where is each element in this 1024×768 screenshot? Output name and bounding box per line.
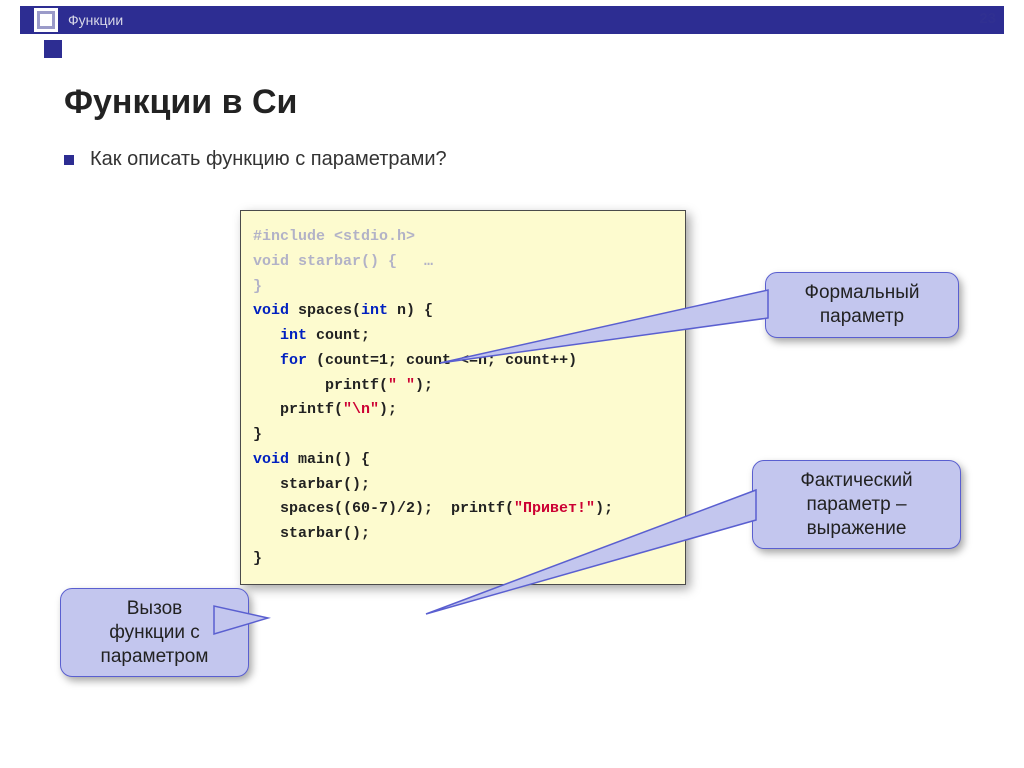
callout-formal-parameter: Формальныйпараметр [765, 272, 959, 338]
code-line: int count; [253, 324, 673, 349]
page-number: 23 [979, 10, 996, 27]
code-line: } [253, 423, 673, 448]
code-line: } [253, 275, 673, 300]
subtitle-text: Как описать функцию с параметрами? [90, 148, 447, 171]
slide-title: Функции в Си [64, 83, 297, 122]
code-line: spaces((60-7)/2); printf("Привет!"); [253, 497, 673, 522]
code-line: starbar(); [253, 473, 673, 498]
code-line: } [253, 547, 673, 572]
header-notch-icon [40, 36, 66, 62]
slide-header: Функции [20, 6, 1004, 34]
code-line: for (count=1; count <=n; count++) [253, 349, 673, 374]
code-line: printf(" "); [253, 374, 673, 399]
code-line: void starbar() { … [253, 250, 673, 275]
header-bullet-icon [34, 8, 58, 32]
code-line: void main() { [253, 448, 673, 473]
callout-actual-parameter: Фактическийпараметр –выражение [752, 460, 961, 549]
slide-subtitle: Как описать функцию с параметрами? [64, 148, 447, 171]
callout-function-call: Вызовфункции спараметром [60, 588, 249, 677]
code-line: void spaces(int n) { [253, 299, 673, 324]
code-line: printf("\n"); [253, 398, 673, 423]
code-line: #include <stdio.h> [253, 225, 673, 250]
bullet-icon [64, 155, 74, 165]
code-line: starbar(); [253, 522, 673, 547]
code-box: #include <stdio.h> void starbar() { … } … [240, 210, 686, 585]
header-section: Функции [68, 12, 123, 28]
